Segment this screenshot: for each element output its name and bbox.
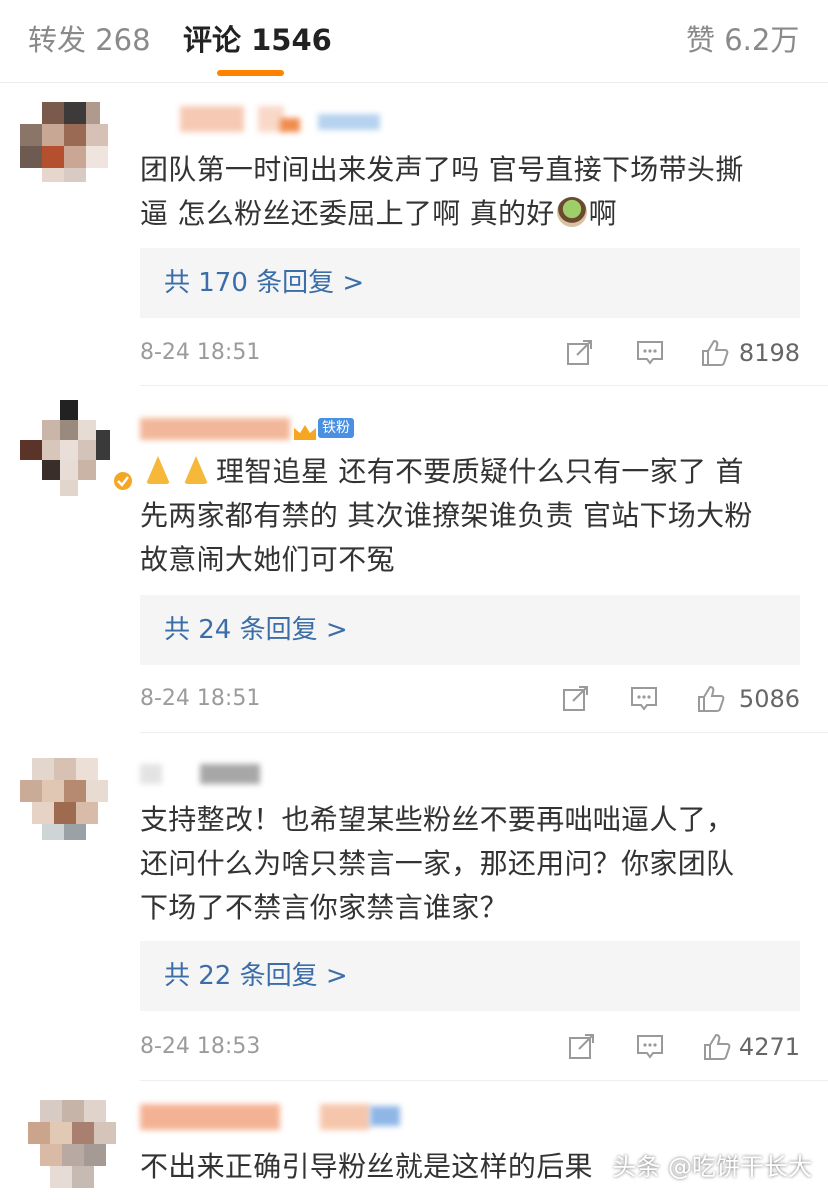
- share-icon[interactable]: [567, 1032, 597, 1062]
- comment-icon[interactable]: [635, 1032, 665, 1062]
- fan-badge: 铁粉: [318, 418, 354, 438]
- tab-likes[interactable]: 赞 6.2万: [686, 22, 799, 58]
- comment-text: 理智追星 还有不要质疑什么只有一家了 首 先两家都有禁的 其次谁撩架谁负责 官站…: [140, 450, 812, 582]
- avatar[interactable]: [20, 98, 116, 194]
- like-count: 8198: [738, 339, 800, 367]
- watermark: 头条 @吃饼干长大: [612, 1153, 812, 1181]
- comment-text-segment: 逼 怎么粉丝还委屈上了啊 真的好: [140, 197, 555, 230]
- comment-text-line: 先两家都有禁的 其次谁撩架谁负责 官站下场大粉: [140, 499, 753, 532]
- comment-text: 支持整改！也希望某些粉丝不要再咄咄逼人了， 还问什么为啥只禁言一家，那还用问？你…: [140, 798, 812, 930]
- username-blurred[interactable]: [140, 104, 540, 134]
- divider: [140, 385, 828, 386]
- avatar[interactable]: [20, 754, 116, 850]
- comment-meta: 8-24 18:51 8198: [140, 336, 800, 370]
- comment-icon[interactable]: [635, 338, 665, 368]
- comment-time: 8-24 18:53: [140, 1034, 261, 1059]
- comment-icon[interactable]: [629, 684, 659, 714]
- active-tab-indicator: [217, 70, 284, 76]
- comment-time: 8-24 18:51: [140, 686, 261, 711]
- avatar[interactable]: [20, 400, 134, 496]
- praying-hands-icon: [178, 454, 214, 486]
- username-blurred[interactable]: [140, 760, 540, 790]
- tea-cup-icon: [556, 197, 587, 227]
- share-icon[interactable]: [561, 684, 591, 714]
- comment-text-line: 理智追星 还有不要质疑什么只有一家了 首: [140, 450, 812, 494]
- tab-bar: 转发 268 评论 1546 赞 6.2万: [0, 0, 828, 83]
- comment-text-segment: 啊: [588, 197, 617, 230]
- comment-text-line: 逼 怎么粉丝还委屈上了啊 真的好啊: [140, 192, 812, 236]
- view-replies-button[interactable]: 共 170 条回复 >: [140, 248, 800, 318]
- comment-text-line: 支持整改！也希望某些粉丝不要再咄咄逼人了，: [140, 803, 735, 836]
- comment-text-line: 还问什么为啥只禁言一家，那还用问？你家团队: [140, 847, 735, 880]
- reply-count: 共 170 条回复 >: [164, 268, 365, 298]
- like-icon[interactable]: [702, 1032, 732, 1062]
- crown-icon: [294, 425, 316, 440]
- comment-meta: 8-24 18:53 4271: [140, 1030, 800, 1064]
- divider: [140, 732, 828, 733]
- tab-comments[interactable]: 评论 1546: [183, 22, 332, 58]
- avatar[interactable]: [20, 1098, 116, 1194]
- comment-text: 团队第一时间出来发声了吗 官号直接下场带头撕 逼 怎么粉丝还委屈上了啊 真的好啊: [140, 148, 812, 236]
- share-icon[interactable]: [565, 338, 595, 368]
- comment-meta: 8-24 18:51 5086: [140, 682, 800, 716]
- username-blurred[interactable]: [140, 1100, 540, 1130]
- like-icon[interactable]: [696, 684, 726, 714]
- praying-hands-icon: [140, 454, 176, 486]
- comment-text-line: 故意闹大她们可不冤: [140, 543, 395, 576]
- username-blurred[interactable]: 铁粉: [140, 414, 540, 444]
- divider: [140, 1080, 828, 1081]
- comment-text-line: 团队第一时间出来发声了吗 官号直接下场带头撕: [140, 153, 744, 186]
- comment-time: 8-24 18:51: [140, 340, 261, 365]
- view-replies-button[interactable]: 共 22 条回复 >: [140, 941, 800, 1011]
- comment-text-segment: 理智追星 还有不要质疑什么只有一家了 首: [216, 455, 744, 488]
- like-count: 5086: [738, 685, 800, 713]
- like-icon[interactable]: [700, 338, 730, 368]
- tab-reposts[interactable]: 转发 268: [28, 22, 151, 58]
- verified-icon: [112, 470, 134, 492]
- comment-text-line: 下场了不禁言你家禁言谁家？: [140, 891, 508, 924]
- view-replies-button[interactable]: 共 24 条回复 >: [140, 595, 800, 665]
- reply-count: 共 22 条回复 >: [164, 961, 348, 991]
- reply-count: 共 24 条回复 >: [164, 615, 348, 645]
- like-count: 4271: [738, 1033, 800, 1061]
